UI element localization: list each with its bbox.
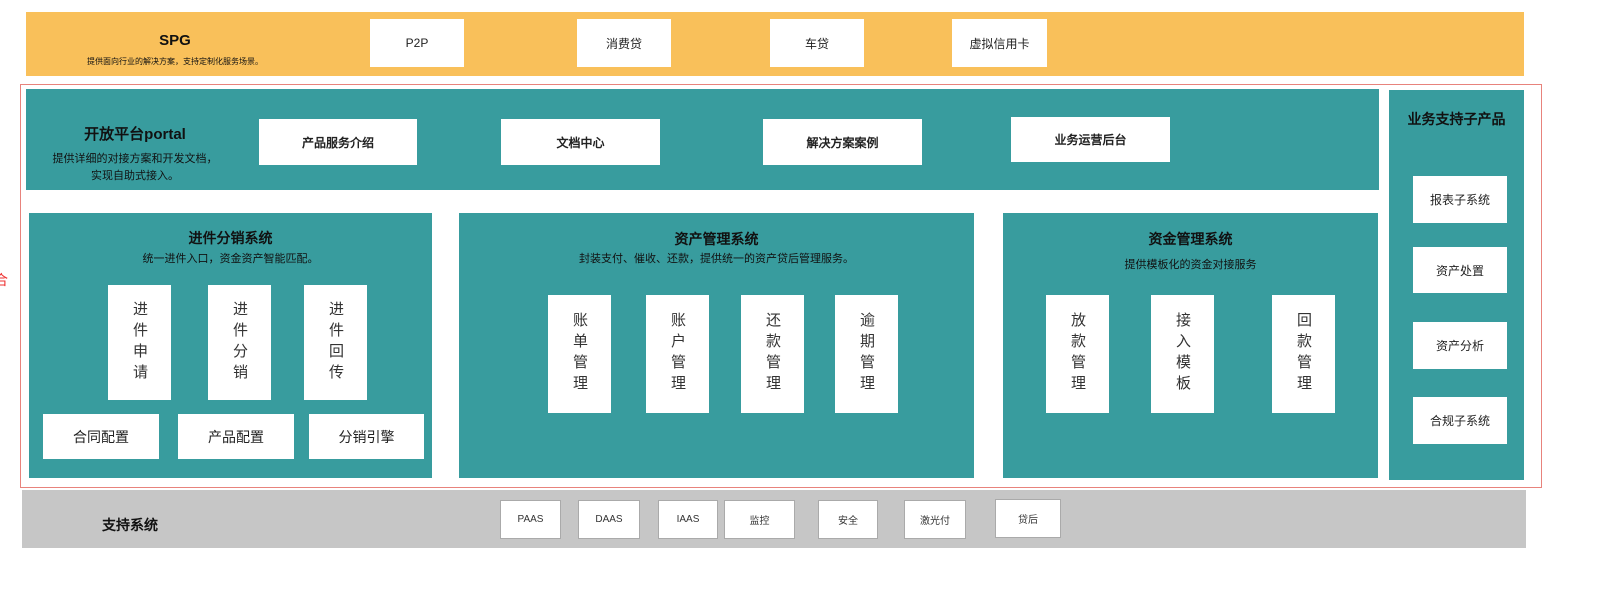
support-item-laser-pay[interactable]: 激光付 [904,500,966,539]
asset-item-overdue[interactable]: 逾期管理 [835,295,898,413]
fund-subtitle: 提供模板化的资金对接服务 [1124,259,1257,271]
portal-item-solutions[interactable]: 解决方案案例 [763,119,922,165]
dist-item-contract-config[interactable]: 合同配置 [43,414,159,459]
support-item-iaas[interactable]: IAAS [658,500,718,539]
biz-item-report[interactable]: 报表子系统 [1413,176,1507,223]
support-item-monitor[interactable]: 监控 [724,500,795,539]
biz-support-title: 业务支持子产品 [1407,111,1506,127]
portal-item-ops-backend[interactable]: 业务运营后台 [1011,117,1170,162]
fund-item-loan[interactable]: 放款管理 [1046,295,1109,413]
asset-item-account[interactable]: 账户管理 [646,295,709,413]
support-item-daas[interactable]: DAAS [578,500,640,539]
spg-item-p2p[interactable]: P2P [370,19,464,67]
asset-item-repay[interactable]: 还款管理 [741,295,804,413]
portal-subtitle-2: 实现自助式接入。 [91,170,179,182]
distribution-subtitle: 统一进件入口，资金资产智能匹配。 [142,253,319,265]
spg-item-car-loan[interactable]: 车贷 [770,19,864,67]
asset-title: 资产管理系统 [674,231,759,247]
biz-item-asset-disposal[interactable]: 资产处置 [1413,247,1507,293]
spg-subtitle: 提供面向行业的解决方案，支持定制化服务场景。 [87,57,263,66]
dist-item-product-config[interactable]: 产品配置 [178,414,294,459]
spg-title: SPG [159,32,191,49]
edge-text: 合 [0,272,8,288]
portal-subtitle-1: 提供详细的对接方案和开发文档， [52,153,218,165]
support-item-paas[interactable]: PAAS [500,500,561,539]
dist-item-callback[interactable]: 进件回传 [304,285,367,400]
dist-item-apply[interactable]: 进件申请 [108,285,171,400]
fund-item-collection[interactable]: 回款管理 [1272,295,1335,413]
support-title: 支持系统 [102,517,158,533]
dist-item-distribute[interactable]: 进件分销 [208,285,271,400]
spg-item-virtual-card[interactable]: 虚拟信用卡 [952,19,1047,67]
fund-item-template[interactable]: 接入模板 [1151,295,1214,413]
dist-item-engine[interactable]: 分销引擎 [309,414,424,459]
support-item-post-loan[interactable]: 贷后 [995,499,1061,538]
asset-item-bill[interactable]: 账单管理 [548,295,611,413]
fund-title: 资金管理系统 [1148,231,1233,247]
portal-item-product-intro[interactable]: 产品服务介绍 [259,119,417,165]
biz-item-asset-analysis[interactable]: 资产分析 [1413,322,1507,369]
spg-item-consumer-loan[interactable]: 消费贷 [577,19,671,67]
distribution-title: 进件分销系统 [188,230,273,246]
portal-title: 开放平台portal [84,126,186,143]
asset-subtitle: 封装支付、催收、还款，提供统一的资产贷后管理服务。 [579,253,854,265]
portal-item-docs[interactable]: 文档中心 [501,119,660,165]
support-item-security[interactable]: 安全 [818,500,878,539]
biz-item-compliance[interactable]: 合规子系统 [1413,397,1507,444]
